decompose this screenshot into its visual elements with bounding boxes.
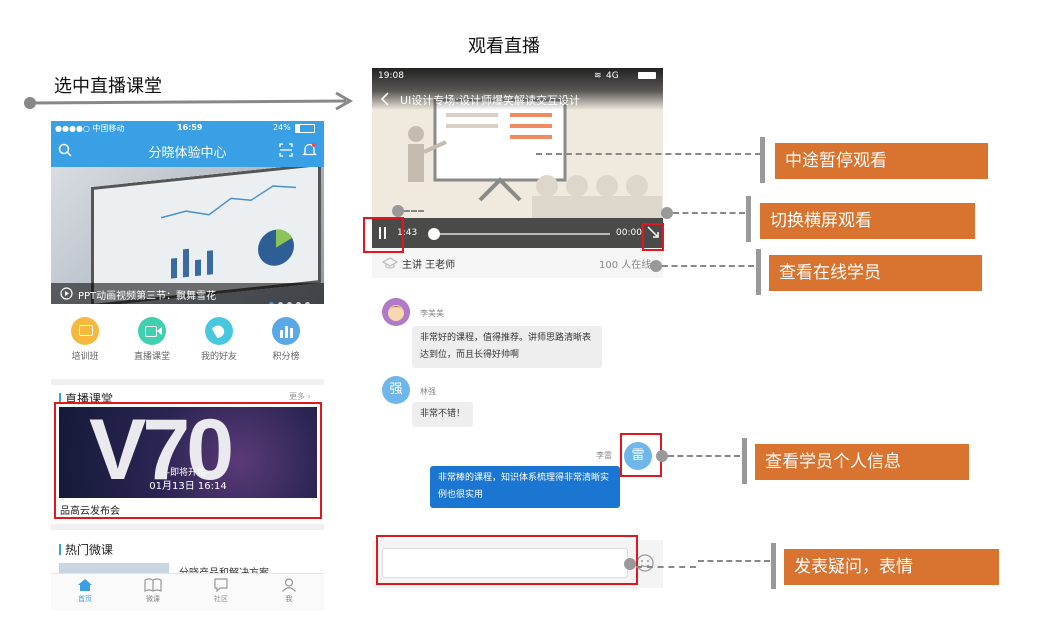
carrier: ●●●●○ 中国移动	[55, 124, 125, 133]
emoji-icon[interactable]	[636, 554, 654, 572]
book-icon	[144, 578, 162, 592]
back-arrow-icon[interactable]	[380, 92, 390, 106]
chat-message: 非常不错！	[412, 402, 474, 427]
tab-bar: 首页 微课 社区 我	[51, 573, 324, 611]
battery-icon	[638, 72, 656, 79]
category-live[interactable]: 直播课堂	[120, 311, 184, 362]
annotation-student-info: 查看学员个人信息	[755, 444, 969, 480]
battery-level: 24%	[273, 123, 291, 132]
girl-avatar-icon	[382, 298, 410, 326]
player-controls: 1:43 00:00	[372, 218, 663, 248]
chat-message: 非常棒的课程，知识体系梳理得非常清晰实例也很实用	[430, 466, 620, 508]
user-icon	[282, 578, 296, 592]
tab-me[interactable]: 我	[255, 578, 323, 604]
status-bar: ●●●●○ 中国移动 16:59 24%	[55, 123, 320, 135]
video-camera-icon	[138, 317, 166, 345]
banner[interactable]: PPT动画视频第三节：飘舞雪花	[51, 167, 324, 304]
home-screen: ●●●●○ 中国移动 16:59 24% 分晓体验中心 PPT动画视频第三节：飘…	[51, 121, 324, 611]
category-ranking[interactable]: 积分榜	[254, 311, 318, 362]
lecturer: 主讲 王老师	[402, 260, 456, 271]
video-title: UI设计专场:设计师爆笑解读交互设计	[400, 94, 581, 107]
highlight-fullscreen	[642, 223, 664, 251]
highlight-pause	[363, 217, 404, 253]
training-icon	[71, 317, 99, 345]
avatar[interactable]: 强	[382, 376, 410, 404]
duration-time: 00:00	[616, 228, 642, 238]
hot-section-title: 热门微课	[65, 543, 114, 557]
live-room-screen: 19:08 ≋ 4G UI设计专场:设计师爆笑解读交互设计 1:43 00:00…	[372, 68, 663, 588]
annotation-online: 查看在线学员	[769, 255, 982, 291]
status-bar: 19:08 ≋ 4G	[378, 71, 658, 81]
wifi-icon: ≋	[594, 71, 602, 81]
play-icon	[60, 287, 73, 300]
annotation-ask: 发表疑问，表情	[784, 549, 999, 585]
scan-icon[interactable]	[279, 143, 293, 157]
divider	[51, 379, 324, 385]
home-icon	[78, 579, 92, 591]
carousel-dots[interactable]	[269, 292, 310, 304]
megaphone-icon	[205, 317, 233, 345]
banner-caption: PPT动画视频第三节：飘舞雪花	[78, 291, 217, 302]
bar-chart-icon	[272, 317, 300, 345]
hot-section-header: 热门微课	[59, 539, 113, 558]
battery-icon	[295, 124, 315, 133]
tab-microcourse[interactable]: 微课	[119, 578, 187, 604]
tab-community[interactable]: 社区	[187, 578, 255, 604]
highlight-input	[376, 535, 638, 585]
progress-track[interactable]	[427, 228, 610, 240]
chat-icon	[214, 578, 228, 593]
online-count[interactable]: 100 人在线	[599, 256, 651, 271]
divider	[51, 524, 324, 530]
highlight-live-course	[54, 402, 322, 519]
chat-message: 非常好的课程，值得推荐。讲师思路清晰表达到位，而且长得好帅啊	[412, 326, 602, 368]
category-training[interactable]: 培训班	[53, 311, 117, 362]
graduation-cap-icon	[382, 257, 398, 269]
annotation-landscape: 切换横屏观看	[760, 203, 975, 239]
caption-watch-live: 观看直播	[468, 36, 540, 57]
bell-icon[interactable]	[302, 142, 317, 157]
progress-knob[interactable]	[427, 228, 440, 240]
video-player[interactable]: 19:08 ≋ 4G UI设计专场:设计师爆笑解读交互设计 1:43 00:00	[372, 68, 663, 248]
category-grid: 培训班 直播课堂 我的好友 积分榜	[51, 311, 324, 371]
more-link[interactable]: 更多 ›	[289, 391, 311, 402]
message-user: 李雷	[596, 451, 612, 460]
category-friends[interactable]: 我的好友	[187, 311, 251, 362]
message-user: 李美美	[420, 309, 444, 318]
flow-arrow	[24, 91, 354, 111]
status-time: 16:59	[177, 123, 203, 132]
annotation-pause: 中途暂停观看	[775, 143, 988, 179]
tab-home[interactable]: 首页	[51, 578, 119, 604]
message-user: 林强	[420, 387, 436, 396]
network-type: 4G	[606, 71, 619, 81]
lecture-info-bar: 主讲 王老师 100 人在线	[372, 248, 663, 278]
avatar[interactable]	[382, 298, 410, 326]
top-bar: ●●●●○ 中国移动 16:59 24% 分晓体验中心	[51, 121, 324, 167]
status-time: 19:08	[378, 71, 404, 81]
